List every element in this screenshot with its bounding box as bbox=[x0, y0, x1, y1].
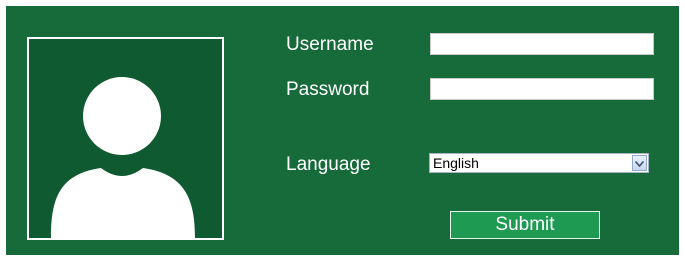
avatar bbox=[27, 37, 224, 240]
chevron-down-icon[interactable] bbox=[632, 155, 647, 171]
submit-button[interactable]: Submit bbox=[450, 211, 600, 239]
language-select-value: English bbox=[433, 155, 479, 171]
login-panel: Username Password Language English Submi… bbox=[6, 6, 679, 255]
username-input[interactable] bbox=[430, 33, 654, 55]
username-label: Username bbox=[286, 34, 374, 55]
password-label: Password bbox=[286, 79, 370, 100]
language-select[interactable]: English bbox=[429, 153, 649, 173]
user-silhouette-icon bbox=[51, 77, 195, 238]
language-label: Language bbox=[286, 154, 371, 175]
password-input[interactable] bbox=[430, 78, 654, 100]
